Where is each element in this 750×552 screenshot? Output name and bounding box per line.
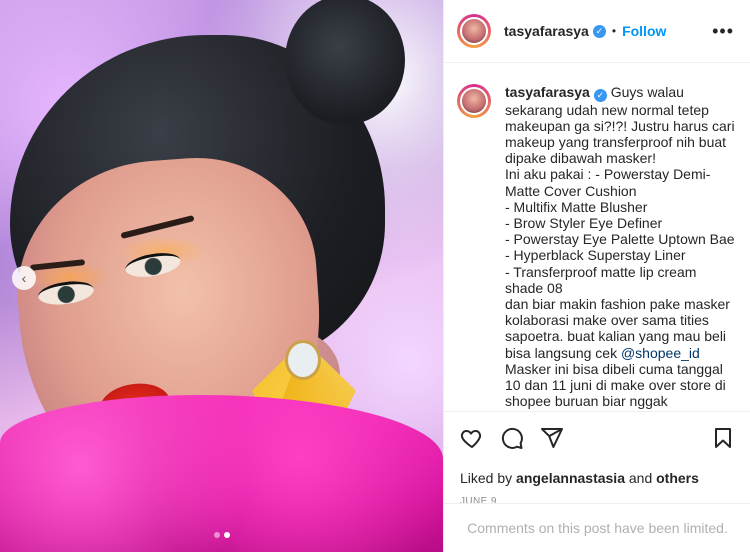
caption-line: Ini aku pakai : - Powerstay Demi-Matte C…: [505, 166, 711, 199]
photo-earring-top: [285, 340, 321, 380]
caption-avatar[interactable]: [457, 84, 491, 118]
liked-by-user-link[interactable]: angelannastasia: [516, 470, 625, 486]
more-options-icon[interactable]: •••: [712, 21, 734, 42]
likes-and: and: [628, 470, 653, 486]
caption-text: tasyafarasya ✓ Guys walau sekarang udah n…: [505, 84, 735, 410]
caption-verified-badge-icon: ✓: [593, 88, 607, 102]
verified-badge-icon: ✓: [592, 24, 606, 38]
post-header: tasyafarasya ✓ • Follow •••: [444, 0, 750, 63]
heart-icon[interactable]: [460, 426, 484, 450]
share-icon[interactable]: [540, 426, 564, 450]
comment-icon[interactable]: [500, 426, 524, 450]
comments-limited-notice: Comments on this post have been limited.: [444, 503, 750, 552]
carousel-prev-button[interactable]: ‹: [12, 266, 36, 290]
likes-others-link[interactable]: others: [656, 470, 699, 486]
post-side-panel: tasyafarasya ✓ • Follow ••• tasyafarasya…: [443, 0, 750, 552]
mention-link[interactable]: @shopee_id: [621, 345, 700, 361]
likes-prefix: Liked by: [460, 470, 513, 486]
likes-summary: Liked by angelannastasia and others: [460, 470, 735, 486]
caption-username-link[interactable]: tasyafarasya: [505, 84, 590, 100]
bookmark-icon[interactable]: [711, 426, 735, 450]
caption-line: - Transferproof matte lip cream shade 08: [505, 263, 697, 296]
carousel-dot: [214, 532, 220, 538]
carousel-dot-active: [224, 532, 230, 538]
photo-hair-bun: [285, 0, 405, 125]
caption-line: - Brow Styler Eye Definer: [505, 215, 663, 232]
photo-fur-collar: [0, 395, 443, 552]
username-link[interactable]: tasyafarasya: [504, 23, 589, 39]
header-separator: •: [611, 24, 617, 38]
caption-line: - Powerstay Eye Palette Uptown Bae - Hyp…: [505, 231, 735, 264]
avatar[interactable]: [457, 14, 491, 48]
caption-line: Masker ini bisa dibeli cuma tanggal 10 d…: [505, 360, 726, 410]
action-icon-row: [460, 426, 735, 450]
caption-area: tasyafarasya ✓ Guys walau sekarang udah n…: [444, 64, 750, 410]
post-photo[interactable]: ‹: [0, 0, 443, 552]
caption-line: - Multifix Matte Blusher: [505, 198, 648, 215]
follow-button[interactable]: Follow: [622, 23, 666, 39]
caption-avatar-image: [460, 87, 488, 115]
avatar-image: [460, 17, 488, 45]
chevron-left-icon: ‹: [21, 270, 27, 286]
carousel-indicator: [214, 532, 230, 538]
